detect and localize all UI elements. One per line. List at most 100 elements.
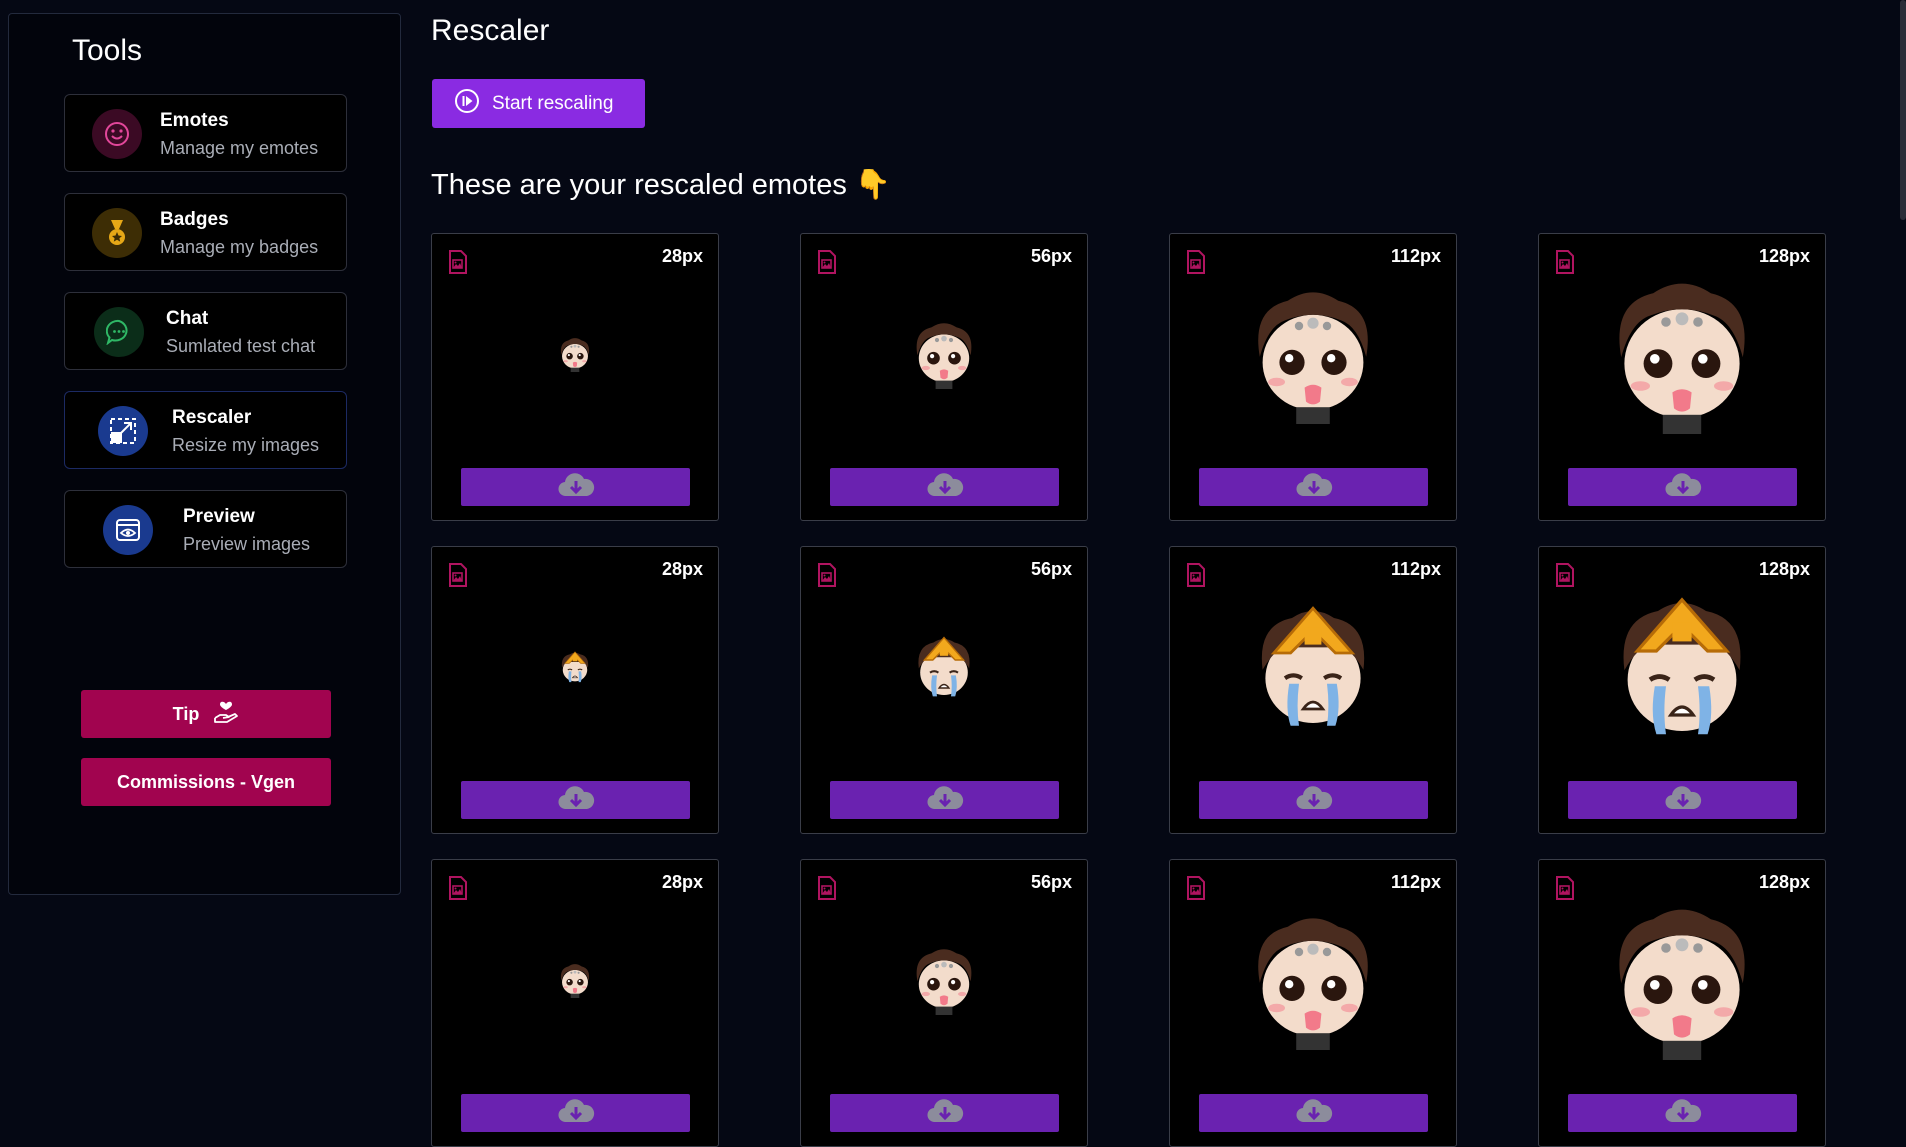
sidebar-item-label: Badges <box>160 209 229 230</box>
eye-window-icon <box>103 505 153 555</box>
face-emote-image <box>909 319 979 394</box>
size-label: 28px <box>661 872 703 892</box>
image-file-icon <box>817 563 837 592</box>
image-file-icon <box>1186 876 1206 905</box>
cloud-download-icon <box>926 785 964 816</box>
sidebar-title: Tools <box>72 34 143 67</box>
face-emote-image <box>909 945 979 1020</box>
play-circle-icon <box>454 88 480 120</box>
download-button[interactable] <box>1568 1094 1797 1132</box>
emote-card: 28px <box>431 859 719 1147</box>
size-label: 56px <box>1030 872 1072 892</box>
image-file-icon <box>817 876 837 905</box>
image-file-icon <box>1186 563 1206 592</box>
image-file-icon <box>1555 250 1575 279</box>
hand-heart-icon <box>213 700 239 729</box>
emote-card: 128px <box>1538 859 1826 1147</box>
face-emote-image <box>557 962 593 1003</box>
size-label: 28px <box>661 559 703 579</box>
emote-card: 112px <box>1169 859 1457 1147</box>
sidebar-item-sublabel: Preview images <box>183 534 311 554</box>
face-emote-image <box>1602 900 1762 1065</box>
commissions-label: Commissions - Vgen <box>116 771 296 792</box>
image-file-icon <box>448 563 468 592</box>
cloud-download-icon <box>1664 1098 1702 1129</box>
face-emote-image <box>557 336 593 377</box>
cloud-download-icon <box>926 472 964 503</box>
download-button[interactable] <box>830 468 1059 506</box>
tip-label: Tip <box>172 703 200 724</box>
medal-icon <box>92 208 142 258</box>
sidebar-item-sublabel: Manage my emotes <box>160 138 319 158</box>
sidebar-item-emotes[interactable]: Emotes Manage my emotes <box>64 94 347 172</box>
emote-card: 56px <box>800 233 1088 521</box>
image-file-icon <box>817 250 837 279</box>
start-rescaling-label: Start rescaling <box>492 92 614 114</box>
cloud-download-icon <box>1295 785 1333 816</box>
resize-icon <box>98 406 148 456</box>
size-label: 28px <box>661 246 703 266</box>
image-file-icon <box>448 250 468 279</box>
size-label: 112px <box>1390 246 1441 266</box>
sidebar-item-label: Chat <box>166 308 209 329</box>
sidebar-item-label: Emotes <box>160 110 229 131</box>
download-button[interactable] <box>1199 468 1428 506</box>
download-button[interactable] <box>1199 1094 1428 1132</box>
size-label: 128px <box>1758 559 1810 579</box>
sidebar-item-badges[interactable]: Badges Manage my badges <box>64 193 347 271</box>
emote-card: 112px <box>1169 233 1457 521</box>
size-label: 112px <box>1390 559 1441 579</box>
sidebar-item-label: Rescaler <box>172 407 252 428</box>
image-file-icon <box>1555 563 1575 592</box>
image-file-icon <box>448 876 468 905</box>
tip-button[interactable]: Tip <box>81 690 331 738</box>
sidebar-item-chat[interactable]: Chat Sumlated test chat <box>64 292 347 370</box>
start-rescaling-button[interactable]: Start rescaling <box>432 79 645 128</box>
size-label: 112px <box>1390 872 1441 892</box>
chat-bubble-icon <box>94 307 144 357</box>
face-emote-image <box>1243 284 1383 429</box>
download-button[interactable] <box>461 468 690 506</box>
emote-card: 56px <box>800 546 1088 834</box>
cloud-download-icon <box>1664 785 1702 816</box>
emote-card: 128px <box>1538 233 1826 521</box>
cloud-download-icon <box>557 1098 595 1129</box>
tools-sidebar: Tools Emotes Manage my emotes Badges Man… <box>8 13 401 895</box>
download-button[interactable] <box>830 1094 1059 1132</box>
cloud-download-icon <box>926 1098 964 1129</box>
page-title: Rescaler <box>431 14 550 47</box>
size-label: 56px <box>1030 559 1072 579</box>
sidebar-item-sublabel: Resize my images <box>172 435 320 455</box>
crying-emote-image <box>557 649 593 690</box>
download-button[interactable] <box>461 1094 690 1132</box>
sidebar-item-rescaler[interactable]: Rescaler Resize my images <box>64 391 347 469</box>
section-title: These are your rescaled emotes 👇 <box>431 169 892 201</box>
emote-card: 28px <box>431 546 719 834</box>
size-label: 128px <box>1758 872 1810 892</box>
face-emote-image <box>1243 910 1383 1055</box>
emote-card: 128px <box>1538 546 1826 834</box>
cloud-download-icon <box>557 472 595 503</box>
emote-card: 28px <box>431 233 719 521</box>
download-button[interactable] <box>1568 781 1797 819</box>
scrollbar[interactable] <box>1900 0 1906 220</box>
cloud-download-icon <box>1295 1098 1333 1129</box>
download-button[interactable] <box>1199 781 1428 819</box>
sidebar-item-sublabel: Sumlated test chat <box>166 336 316 356</box>
commissions-button[interactable]: Commissions - Vgen <box>81 758 331 806</box>
download-button[interactable] <box>830 781 1059 819</box>
crying-emote-image <box>1602 587 1762 752</box>
sidebar-item-sublabel: Manage my badges <box>160 237 319 257</box>
download-button[interactable] <box>461 781 690 819</box>
sidebar-item-preview[interactable]: Preview Preview images <box>64 490 347 568</box>
download-button[interactable] <box>1568 468 1797 506</box>
size-label: 56px <box>1030 246 1072 266</box>
emote-card: 112px <box>1169 546 1457 834</box>
cloud-download-icon <box>1295 472 1333 503</box>
smiley-icon <box>92 109 142 159</box>
crying-emote-image <box>1243 597 1383 742</box>
image-file-icon <box>1186 250 1206 279</box>
cloud-download-icon <box>557 785 595 816</box>
face-emote-image <box>1602 274 1762 439</box>
emote-card: 56px <box>800 859 1088 1147</box>
